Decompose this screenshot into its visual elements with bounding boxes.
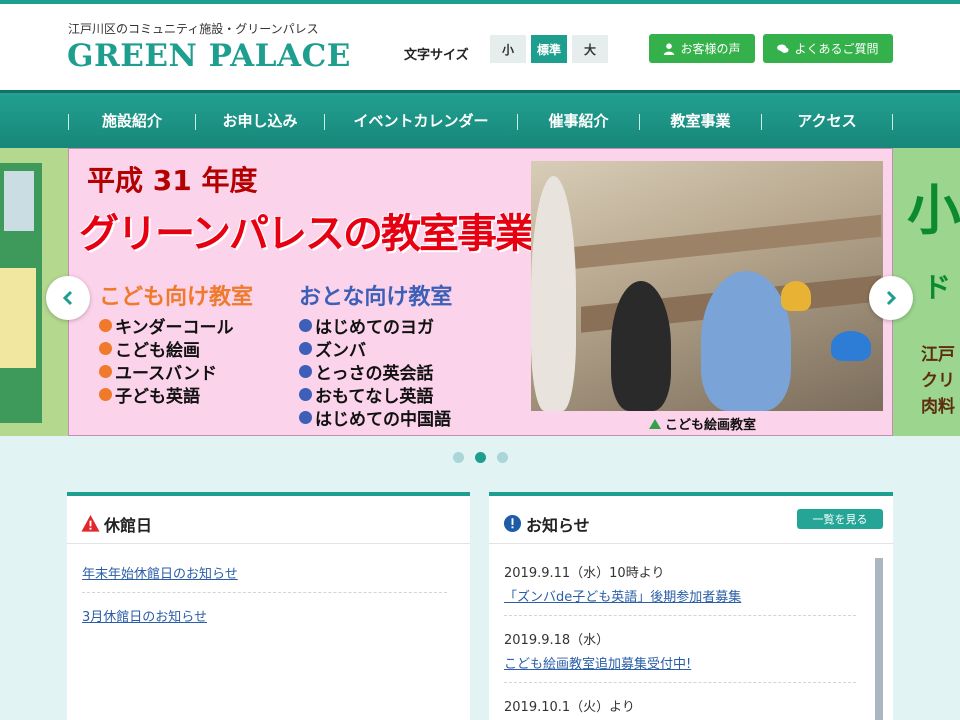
site-tagline: 江戸川区のコミュニティ施設・グリーンパレス: [68, 22, 319, 36]
news-scrollbar-thumb[interactable]: [875, 558, 883, 720]
adult-class-item: おもてなし英語: [299, 382, 433, 407]
adult-class-item: とっさの英会話: [299, 359, 434, 384]
nav-item-event-calendar[interactable]: イベントカレンダー: [325, 93, 517, 148]
kids-class-label: ユースバンド: [115, 364, 217, 384]
kids-class-item: こども絵画: [99, 336, 200, 361]
faq-label: よくあるご質問: [794, 42, 879, 56]
nav-item-apply[interactable]: お申し込み: [196, 93, 324, 148]
site-logo[interactable]: GREEN PALACE: [67, 38, 351, 74]
next-slide-char: 小: [907, 179, 960, 242]
adult-class-item: ズンバ: [299, 336, 366, 361]
bullet-icon: [99, 365, 112, 378]
font-size-large-button[interactable]: 大: [572, 35, 608, 63]
news-date: 2019.9.18（水）: [504, 633, 610, 648]
divider: [82, 592, 447, 593]
main-navigation: 施設紹介 お申し込み イベントカレンダー 催事紹介 教室事業 アクセス: [0, 90, 960, 148]
closed-days-panel: 休館日 年末年始休館日のお知らせ 3月休館日のお知らせ: [67, 492, 470, 720]
chevron-left-icon: [62, 290, 73, 306]
kids-classes-heading: こども向け教室: [99, 285, 254, 310]
photo-bucket: [831, 331, 871, 361]
divider: [504, 615, 856, 616]
closed-days-header: 休館日: [67, 496, 470, 544]
bullet-icon: [99, 388, 112, 401]
adult-class-item: はじめての中国語: [299, 405, 451, 430]
classroom-photo: [531, 161, 883, 411]
food-image: [0, 268, 36, 368]
news-title: お知らせ: [526, 516, 590, 535]
news-header: お知らせ 一覧を見る: [489, 496, 893, 544]
news-scrollbar[interactable]: [875, 558, 883, 720]
news-date: 2019.10.1（火）より: [504, 700, 635, 715]
adult-class-item: はじめてのヨガ: [299, 313, 434, 338]
chevron-right-icon: [886, 290, 897, 306]
bullet-icon: [299, 365, 312, 378]
photo-child: [701, 271, 791, 411]
bullet-icon: [299, 319, 312, 332]
info-icon: [503, 514, 522, 533]
bullet-icon: [299, 411, 312, 424]
slider-dot-3[interactable]: [497, 452, 508, 463]
font-size-standard-button[interactable]: 標準: [531, 35, 567, 63]
kids-class-item: キンダーコール: [99, 313, 234, 338]
photo-desk: [571, 214, 881, 270]
photo-child: [611, 281, 671, 411]
photo-teacher: [531, 176, 576, 411]
adult-class-label: おもてなし英語: [315, 387, 434, 407]
photo-caption: こども絵画教室: [649, 414, 756, 433]
bullet-icon: [299, 388, 312, 401]
chat-bubbles-icon: [777, 43, 790, 53]
faq-button[interactable]: よくあるご質問: [763, 34, 893, 63]
slider-pagination: [0, 452, 960, 464]
next-slide-text: 江戸: [921, 345, 955, 365]
site-header: 江戸川区のコミュニティ施設・グリーンパレス GREEN PALACE 文字サイズ…: [0, 4, 960, 90]
user-icon: [664, 42, 675, 55]
news-link[interactable]: 「ズンバde子ども英語」後期参加者募集: [504, 586, 741, 605]
closed-days-link[interactable]: 年末年始休館日のお知らせ: [82, 563, 238, 582]
banner-year: 平成 31 年度: [87, 164, 258, 197]
kids-class-label: 子ども英語: [115, 387, 200, 407]
slider-dot-2[interactable]: [475, 452, 486, 463]
banner-title: グリーンパレスの教室事業: [79, 211, 535, 257]
slider-dot-1[interactable]: [453, 452, 464, 463]
photo-caption-text: こども絵画教室: [665, 418, 757, 433]
photo-object: [781, 281, 811, 311]
font-size-label: 文字サイズ: [404, 48, 469, 63]
news-link[interactable]: こども絵画教室追加募集受付中!: [504, 653, 691, 672]
next-slide-text: 肉料: [921, 397, 955, 417]
classes-banner[interactable]: 平成 31 年度 グリーンパレスの教室事業 こども向け教室 キンダーコール こど…: [68, 148, 893, 436]
closed-days-link[interactable]: 3月休館日のお知らせ: [82, 606, 207, 625]
adult-class-label: ズンバ: [315, 341, 366, 361]
slider-prev-button[interactable]: [46, 276, 90, 320]
kids-class-label: キンダーコール: [115, 318, 234, 338]
hero-slider: 平成 31 年度 グリーンパレスの教室事業 こども向け教室 キンダーコール こど…: [0, 148, 960, 436]
nav-item-access[interactable]: アクセス: [762, 93, 892, 148]
view-all-news-button[interactable]: 一覧を見る: [797, 509, 883, 529]
warning-icon: [81, 514, 100, 532]
bullet-icon: [99, 342, 112, 355]
next-slide-text: ド: [923, 271, 952, 304]
nav-item-classes[interactable]: 教室事業: [640, 93, 761, 148]
nav-item-facilities[interactable]: 施設紹介: [69, 93, 195, 148]
nav-item-events[interactable]: 催事紹介: [518, 93, 639, 148]
next-slide-text: クリ: [921, 371, 955, 391]
bullet-icon: [299, 342, 312, 355]
customer-voice-button[interactable]: お客様の声: [649, 34, 755, 63]
kids-class-item: 子ども英語: [99, 382, 200, 407]
adult-class-label: はじめての中国語: [315, 410, 451, 430]
adult-class-label: とっさの英会話: [315, 364, 434, 384]
closed-days-title: 休館日: [104, 516, 153, 535]
news-date: 2019.9.11（水）10時より: [504, 566, 665, 581]
adult-classes-heading: おとな向け教室: [299, 285, 453, 310]
bullet-icon: [99, 319, 112, 332]
kids-class-item: ユースバンド: [99, 359, 217, 384]
adult-class-label: はじめてのヨガ: [315, 318, 434, 338]
slider-next-button[interactable]: [869, 276, 913, 320]
customer-voice-label: お客様の声: [680, 42, 741, 56]
nav-separator: [892, 114, 893, 130]
news-panel: お知らせ 一覧を見る 2019.9.11（水）10時より 「ズンバde子ども英語…: [489, 492, 893, 720]
triangle-icon: [649, 418, 661, 429]
kids-class-label: こども絵画: [115, 341, 200, 361]
font-size-small-button[interactable]: 小: [490, 35, 526, 63]
divider: [504, 682, 856, 683]
